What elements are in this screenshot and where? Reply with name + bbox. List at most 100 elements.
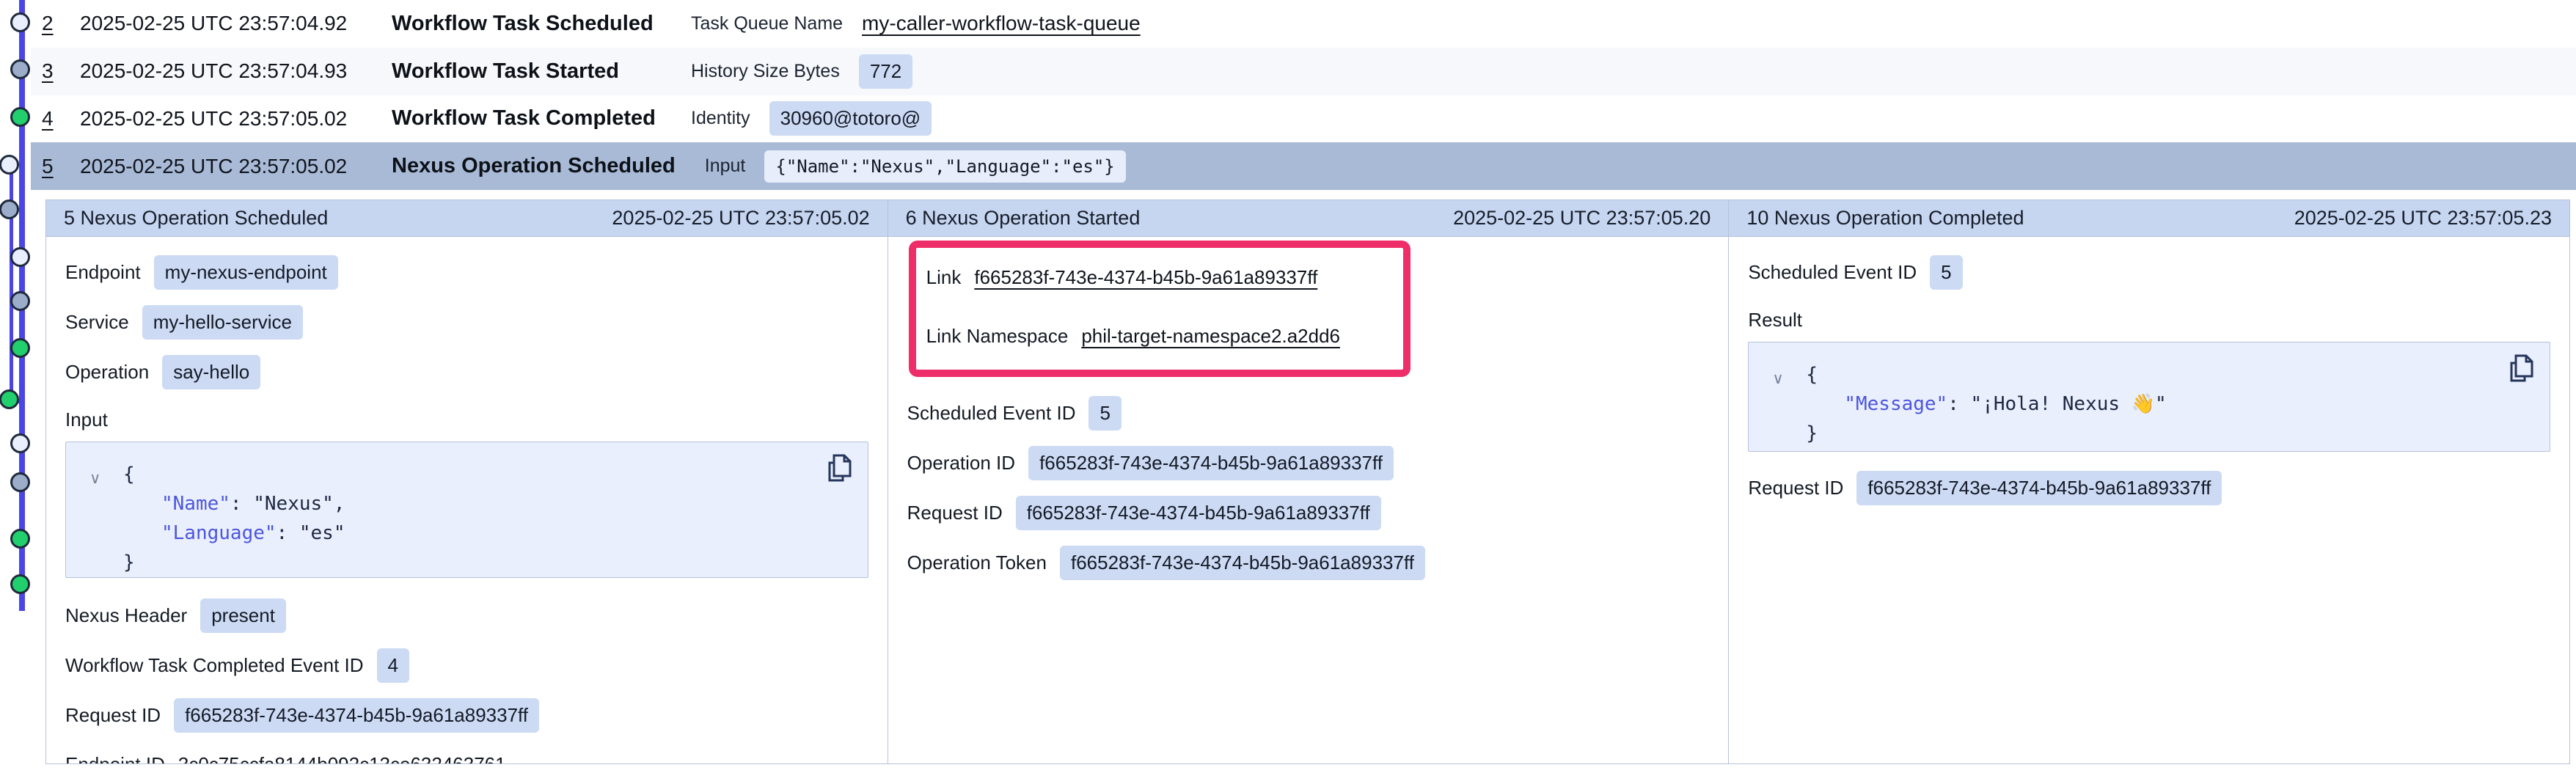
event-id-link[interactable]: 2 bbox=[42, 12, 80, 35]
result-json-viewer: ∨ { "Message": "¡Hola! Nexus 👋" } bbox=[1748, 342, 2550, 452]
panel-header: 5 Nexus Operation Scheduled 2025-02-25 U… bbox=[46, 200, 888, 237]
timeline-node-completed-icon bbox=[10, 338, 30, 358]
event-timestamp: 2025-02-25 UTC 23:57:04.93 bbox=[80, 59, 392, 83]
field-nexus-header: Nexus Header present bbox=[65, 598, 868, 633]
event-id-link[interactable]: 4 bbox=[42, 107, 80, 131]
field-label: Request ID bbox=[1748, 477, 1843, 499]
wtc-event-id-badge: 4 bbox=[377, 648, 409, 683]
link-event-link[interactable]: f665283f-743e-4374-b45b-9a61a89337ff bbox=[974, 266, 1317, 289]
field-operation-id: Operation ID f665283f-743e-4374-b45b-9a6… bbox=[907, 446, 1710, 480]
event-detail-label: Identity bbox=[691, 108, 750, 129]
task-queue-link[interactable]: my-caller-workflow-task-queue bbox=[862, 12, 1141, 35]
request-id-badge: f665283f-743e-4374-b45b-9a61a89337ff bbox=[1016, 496, 1381, 530]
field-request-id: Request ID f665283f-743e-4374-b45b-9a61a… bbox=[65, 698, 868, 733]
panel-title: 10 Nexus Operation Completed bbox=[1746, 207, 2024, 230]
json-value: "es" bbox=[299, 522, 345, 544]
timeline-node-started-icon bbox=[10, 59, 30, 79]
event-id-link[interactable]: 5 bbox=[42, 155, 80, 178]
field-label: Workflow Task Completed Event ID bbox=[65, 654, 364, 677]
event-row-2[interactable]: 2 2025-02-25 UTC 23:57:04.92 Workflow Ta… bbox=[31, 0, 2576, 48]
timeline-node-scheduled-icon bbox=[10, 247, 30, 267]
field-label: Nexus Header bbox=[65, 604, 187, 627]
endpoint-id-link[interactable]: 3c0c75ccfa8144b092c13ce632463761 bbox=[178, 753, 506, 764]
json-line: "Name": "Nexus", bbox=[123, 489, 846, 519]
timeline-node-scheduled-icon bbox=[0, 155, 19, 175]
field-label: Link Namespace bbox=[926, 325, 1069, 348]
event-timestamp: 2025-02-25 UTC 23:57:05.02 bbox=[80, 155, 392, 178]
result-label: Result bbox=[1748, 309, 2550, 331]
json-key: "Language" bbox=[161, 522, 277, 544]
field-request-id: Request ID f665283f-743e-4374-b45b-9a61a… bbox=[1748, 471, 2550, 505]
copy-icon[interactable] bbox=[827, 454, 852, 482]
field-operation: Operation say-hello bbox=[65, 355, 868, 389]
panel-nexus-operation-scheduled: 5 Nexus Operation Scheduled 2025-02-25 U… bbox=[46, 200, 888, 763]
endpoint-badge: my-nexus-endpoint bbox=[154, 255, 338, 290]
panel-title: 6 Nexus Operation Started bbox=[906, 207, 1141, 230]
collapse-chevron-icon[interactable]: ∨ bbox=[1772, 364, 1783, 394]
panel-header: 10 Nexus Operation Completed 2025-02-25 … bbox=[1729, 200, 2569, 237]
event-id-link[interactable]: 3 bbox=[42, 59, 80, 83]
copy-icon[interactable] bbox=[2509, 354, 2533, 382]
json-separator: : bbox=[1947, 393, 1970, 415]
json-value: "Nexus", bbox=[253, 493, 345, 515]
operation-id-badge: f665283f-743e-4374-b45b-9a61a89337ff bbox=[1028, 446, 1394, 480]
event-name: Workflow Task Completed bbox=[392, 106, 662, 131]
json-open-brace: { bbox=[123, 464, 135, 486]
field-scheduled-event-id: Scheduled Event ID 5 bbox=[1748, 255, 2550, 290]
timeline-node-scheduled-icon bbox=[10, 433, 30, 453]
request-id-badge: f665283f-743e-4374-b45b-9a61a89337ff bbox=[1856, 471, 2222, 505]
field-label: Scheduled Event ID bbox=[1748, 261, 1917, 284]
timeline-node-completed-icon bbox=[0, 389, 19, 409]
timeline-node-completed-icon bbox=[10, 574, 30, 594]
event-history-rows: 2 2025-02-25 UTC 23:57:04.92 Workflow Ta… bbox=[31, 0, 2576, 190]
collapse-chevron-icon[interactable]: ∨ bbox=[89, 464, 100, 494]
field-wtc-event-id: Workflow Task Completed Event ID 4 bbox=[65, 648, 868, 683]
json-open-brace: { bbox=[1806, 364, 1818, 386]
field-operation-token: Operation Token f665283f-743e-4374-b45b-… bbox=[907, 546, 1710, 580]
panel-timestamp: 2025-02-25 UTC 23:57:05.23 bbox=[2294, 207, 2552, 230]
field-label: Operation bbox=[65, 361, 149, 384]
json-value: "¡Hola! Nexus 👋" bbox=[1971, 393, 2167, 415]
event-row-5-selected[interactable]: 5 2025-02-25 UTC 23:57:05.02 Nexus Opera… bbox=[31, 142, 2576, 190]
panel-timestamp: 2025-02-25 UTC 23:57:05.02 bbox=[612, 207, 869, 230]
field-service: Service my-hello-service bbox=[65, 305, 868, 340]
json-line: "Language": "es" bbox=[123, 519, 846, 548]
input-json-viewer: ∨ { "Name": "Nexus", "Language": "es" } bbox=[65, 442, 868, 578]
field-request-id: Request ID f665283f-743e-4374-b45b-9a61a… bbox=[907, 496, 1710, 530]
panel-body: Scheduled Event ID 5 Result ∨ { "Message… bbox=[1729, 237, 2569, 505]
timeline-node-scheduled-icon bbox=[10, 12, 30, 32]
field-label: Endpoint bbox=[65, 261, 141, 284]
field-label: Link bbox=[926, 266, 962, 289]
json-separator: : bbox=[277, 522, 299, 544]
field-label: Service bbox=[65, 311, 129, 334]
event-timestamp: 2025-02-25 UTC 23:57:04.92 bbox=[80, 12, 392, 35]
panel-body: Link f665283f-743e-4374-b45b-9a61a89337f… bbox=[888, 241, 1729, 580]
field-label: Request ID bbox=[65, 704, 161, 727]
event-timestamp: 2025-02-25 UTC 23:57:05.02 bbox=[80, 107, 392, 131]
input-label: Input bbox=[65, 409, 868, 431]
panel-nexus-operation-started: 6 Nexus Operation Started 2025-02-25 UTC… bbox=[888, 200, 1729, 763]
field-label: Endpoint ID bbox=[65, 753, 165, 764]
timeline-node-completed-icon bbox=[10, 107, 30, 127]
operation-badge: say-hello bbox=[162, 355, 260, 389]
input-payload-badge: {"Name":"Nexus","Language":"es"} bbox=[764, 150, 1125, 183]
event-row-3[interactable]: 3 2025-02-25 UTC 23:57:04.93 Workflow Ta… bbox=[31, 48, 2576, 95]
operation-token-badge: f665283f-743e-4374-b45b-9a61a89337ff bbox=[1060, 546, 1425, 580]
panel-title: 5 Nexus Operation Scheduled bbox=[64, 207, 328, 230]
field-scheduled-event-id: Scheduled Event ID 5 bbox=[907, 396, 1710, 431]
panel-header: 6 Nexus Operation Started 2025-02-25 UTC… bbox=[888, 200, 1729, 237]
link-namespace-link[interactable]: phil-target-namespace2.a2dd6 bbox=[1081, 325, 1340, 348]
request-id-badge: f665283f-743e-4374-b45b-9a61a89337ff bbox=[174, 698, 539, 733]
event-detail-panels: 5 Nexus Operation Scheduled 2025-02-25 U… bbox=[45, 199, 2570, 764]
field-endpoint-id: Endpoint ID 3c0c75ccfa8144b092c13ce63246… bbox=[65, 748, 868, 763]
event-row-4[interactable]: 4 2025-02-25 UTC 23:57:05.02 Workflow Ta… bbox=[31, 95, 2576, 143]
timeline bbox=[0, 0, 45, 773]
event-name: Workflow Task Started bbox=[392, 59, 662, 84]
field-label: Operation Token bbox=[907, 552, 1047, 574]
timeline-node-completed-icon bbox=[10, 529, 30, 549]
nexus-header-badge: present bbox=[200, 598, 286, 633]
identity-badge: 30960@totoro@ bbox=[769, 101, 932, 136]
scheduled-event-id-badge: 5 bbox=[1088, 396, 1121, 431]
panel-timestamp: 2025-02-25 UTC 23:57:05.20 bbox=[1453, 207, 1710, 230]
timeline-node-started-icon bbox=[0, 199, 19, 219]
